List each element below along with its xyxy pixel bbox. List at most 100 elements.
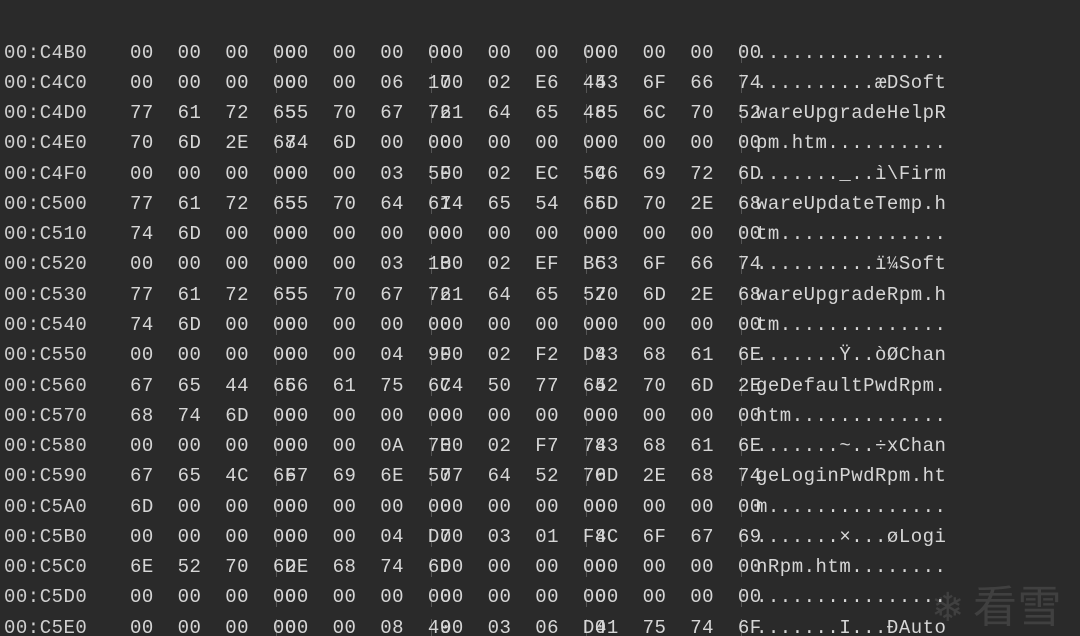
hex-group: 00 00 00 00 [432, 44, 587, 63]
hex-group: 00 02 EF BC [432, 255, 587, 274]
hex-group: 00 00 00 00 [587, 588, 742, 607]
hex-row[interactable]: 00:C53077 61 72 6555 70 67 7261 64 65 52… [0, 280, 1080, 310]
ascii-column: wareUpgradeRpm.h [742, 286, 946, 305]
offset-label: 00:C5A0 [4, 498, 122, 517]
hex-group: 74 50 77 64 [432, 377, 587, 396]
hex-row[interactable]: 00:C4C000 00 00 0000 00 06 1700 02 E6 44… [0, 68, 1080, 98]
hex-row[interactable]: 00:C4D077 61 72 6555 70 67 7261 64 65 48… [0, 99, 1080, 129]
hex-group: 67 65 4C 6F [122, 467, 277, 486]
ascii-column: htm............. [742, 407, 946, 426]
hex-group: 00 00 00 00 [587, 44, 742, 63]
hex-group: 4C 6F 67 69 [587, 528, 742, 547]
hex-viewer[interactable]: 00:C4B000 00 00 0000 00 00 0000 00 00 00… [0, 0, 1080, 636]
hex-row[interactable]: 00:C57068 74 6D 0000 00 00 0000 00 00 00… [0, 401, 1080, 431]
hex-row[interactable]: 00:C51074 6D 00 0000 00 00 0000 00 00 00… [0, 220, 1080, 250]
hex-group: 74 6D 00 00 [122, 225, 277, 244]
hex-group: 00 00 00 00 [122, 346, 277, 365]
hex-group: 70 6D 2E 68 [122, 134, 277, 153]
hex-group: 00 00 0A 7E [277, 437, 432, 456]
hex-group: 61 64 65 48 [432, 104, 587, 123]
ascii-column: .......I...ÐAuto [742, 619, 946, 636]
hex-group: 00 00 00 00 [587, 407, 742, 426]
hex-group: 00 00 00 00 [122, 528, 277, 547]
hex-row[interactable]: 00:C5D000 00 00 0000 00 00 0000 00 00 00… [0, 583, 1080, 613]
hex-group: 00 00 00 00 [432, 588, 587, 607]
offset-label: 00:C530 [4, 286, 122, 305]
hex-group: 43 68 61 6E [587, 346, 742, 365]
hex-row[interactable]: 00:C4E070 6D 2E 6874 6D 00 0000 00 00 00… [0, 129, 1080, 159]
hex-group: 00 00 00 00 [432, 225, 587, 244]
hex-group: 46 69 72 6D [587, 165, 742, 184]
ascii-column: ......._..ì\Firm [742, 165, 946, 184]
hex-group: 00 00 00 00 [122, 437, 277, 456]
hex-group: 00 00 04 D7 [277, 528, 432, 547]
hex-group: 00 02 EC 5C [432, 165, 587, 184]
hex-group: 77 61 72 65 [122, 195, 277, 214]
ascii-column: tm.............. [742, 316, 946, 335]
hex-row[interactable]: 00:C59067 65 4C 6F67 69 6E 5077 64 52 70… [0, 462, 1080, 492]
ascii-column: ..........ï¼Soft [742, 255, 946, 274]
hex-group: 67 69 6E 50 [277, 467, 432, 486]
hex-group: 00 00 00 00 [277, 316, 432, 335]
ascii-column: .......~..÷xChan [742, 437, 946, 456]
hex-row[interactable]: 00:C4B000 00 00 0000 00 00 0000 00 00 00… [0, 38, 1080, 68]
offset-label: 00:C4B0 [4, 44, 122, 63]
offset-label: 00:C580 [4, 437, 122, 456]
offset-label: 00:C4E0 [4, 134, 122, 153]
hex-row[interactable]: 00:C5C06E 52 70 6D2E 68 74 6D00 00 00 00… [0, 553, 1080, 583]
hex-group: 00 03 01 F8 [432, 528, 587, 547]
hex-group: 77 61 72 65 [122, 286, 277, 305]
hex-group: 41 75 74 6F [587, 619, 742, 636]
hex-row[interactable]: 00:C56067 65 44 6566 61 75 6C74 50 77 64… [0, 371, 1080, 401]
hex-group: 00 00 00 00 [277, 225, 432, 244]
offset-label: 00:C500 [4, 195, 122, 214]
hex-row[interactable]: 00:C54074 6D 00 0000 00 00 0000 00 00 00… [0, 310, 1080, 340]
ascii-column: nRpm.htm........ [742, 558, 946, 577]
ascii-column: ..........æDSoft [742, 74, 946, 93]
hex-row[interactable]: 00:C52000 00 00 0000 00 03 1B00 02 EF BC… [0, 250, 1080, 280]
offset-label: 00:C4C0 [4, 74, 122, 93]
hex-group: 6D 00 00 00 [122, 498, 277, 517]
hex-group: 00 00 00 00 [432, 558, 587, 577]
offset-label: 00:C5D0 [4, 588, 122, 607]
ascii-column: pm.htm.......... [742, 134, 946, 153]
ascii-column: .......Ÿ..òØChan [742, 346, 946, 365]
ascii-column: wareUpdateTemp.h [742, 195, 946, 214]
hex-group: 00 00 00 00 [277, 44, 432, 63]
hex-group: 00 00 00 00 [277, 407, 432, 426]
hex-group: 00 03 06 D0 [432, 619, 587, 636]
hex-group: 00 00 00 00 [277, 498, 432, 517]
hex-row[interactable]: 00:C4F000 00 00 0000 00 03 5F00 02 EC 5C… [0, 159, 1080, 189]
offset-label: 00:C5E0 [4, 619, 122, 636]
ascii-column: wareUpgradeHelpR [742, 104, 946, 123]
hex-group: 67 65 44 65 [122, 377, 277, 396]
ascii-column: ................ [742, 44, 946, 63]
hex-group: 66 61 75 6C [277, 377, 432, 396]
hex-group: 53 6F 66 74 [587, 255, 742, 274]
hex-row[interactable]: 00:C55000 00 00 0000 00 04 9F00 02 F2 D8… [0, 341, 1080, 371]
offset-label: 00:C4F0 [4, 165, 122, 184]
ascii-column: geLoginPwdRpm.ht [742, 467, 946, 486]
hex-row[interactable]: 00:C5A06D 00 00 0000 00 00 0000 00 00 00… [0, 492, 1080, 522]
ascii-column: tm.............. [742, 225, 946, 244]
offset-label: 00:C540 [4, 316, 122, 335]
offset-label: 00:C520 [4, 255, 122, 274]
ascii-column: geDefaultPwdRpm. [742, 377, 946, 396]
hex-group: 00 00 00 00 [587, 558, 742, 577]
hex-group: 2E 68 74 6D [277, 558, 432, 577]
hex-row[interactable]: 00:C50077 61 72 6555 70 64 6174 65 54 65… [0, 189, 1080, 219]
hex-group: 6D 70 2E 68 [587, 195, 742, 214]
hex-group: 52 70 6D 2E [587, 377, 742, 396]
offset-label: 00:C560 [4, 377, 122, 396]
hex-row[interactable]: 00:C5B000 00 00 0000 00 04 D700 03 01 F8… [0, 522, 1080, 552]
hex-group: 00 00 00 00 [432, 134, 587, 153]
hex-row[interactable]: 00:C58000 00 00 0000 00 0A 7E00 02 F7 78… [0, 431, 1080, 461]
hex-group: 00 00 00 00 [122, 619, 277, 636]
hex-group: 00 00 00 00 [432, 498, 587, 517]
hex-group: 00 00 04 9F [277, 346, 432, 365]
hex-group: 00 02 F2 D8 [432, 346, 587, 365]
hex-row[interactable]: 00:C5E000 00 00 0000 00 08 4900 03 06 D0… [0, 613, 1080, 636]
hex-group: 6E 52 70 6D [122, 558, 277, 577]
hex-group: 00 00 00 00 [587, 225, 742, 244]
offset-label: 00:C590 [4, 467, 122, 486]
